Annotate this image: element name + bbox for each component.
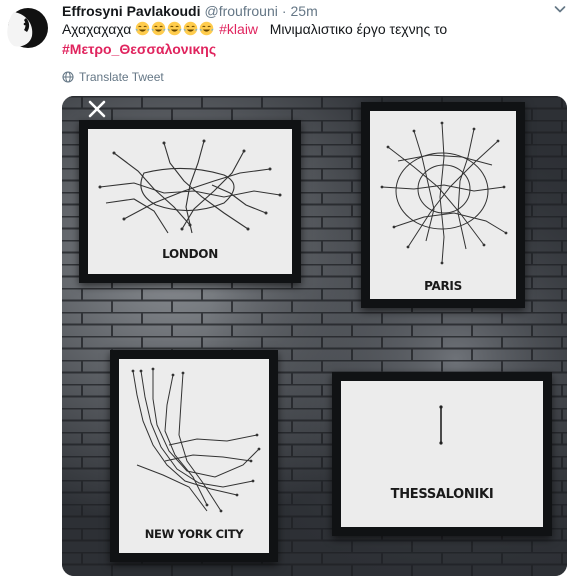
translate-tweet-link[interactable]: Translate Tweet — [62, 69, 164, 85]
separator: · — [281, 3, 287, 19]
tears-of-joy-emoji-icon — [199, 21, 214, 36]
tears-of-joy-emoji-icon — [135, 21, 150, 36]
globe-icon — [62, 71, 74, 83]
city-label-paris: PARIS — [424, 279, 462, 293]
chevron-down-icon[interactable] — [553, 2, 567, 16]
display-name[interactable]: Effrosyni Pavlakoudi — [62, 3, 200, 19]
timestamp[interactable]: 25m — [291, 3, 318, 19]
hashtag-link-klaiw[interactable]: #klaiw — [219, 21, 258, 37]
close-icon[interactable] — [82, 96, 112, 122]
tweet-text-middle: Μινιμαλιστικο έργο τεχνης το — [269, 21, 448, 37]
poster-paper: LONDON — [88, 129, 292, 274]
city-label-london: LONDON — [162, 247, 218, 261]
poster-paper: NEW YORK CITY — [119, 359, 269, 553]
tweet-text-prefix: Αχαχαχαχα — [62, 21, 132, 37]
thessaloniki-metro-map — [439, 405, 443, 445]
tweet: Effrosyni Pavlakoudi @froufrouni · 25m Α… — [0, 0, 573, 586]
city-label-thessaloniki: THESSALONIKI — [390, 487, 494, 502]
emoji-row — [135, 21, 215, 37]
new-york-metro-map — [131, 367, 261, 513]
tweet-header: Effrosyni Pavlakoudi @froufrouni · 25m — [62, 1, 569, 21]
tears-of-joy-emoji-icon — [167, 21, 182, 36]
user-handle[interactable]: @froufrouni — [204, 3, 277, 19]
london-metro-map — [98, 139, 282, 234]
poster-frame-new-york: NEW YORK CITY — [110, 350, 278, 562]
translate-tweet-label: Translate Tweet — [79, 70, 164, 84]
city-label-new-york: NEW YORK CITY — [144, 527, 244, 541]
tweet-text: Αχαχαχαχα #klaiw Μινιμαλιστικο έργο τεχν… — [62, 19, 567, 59]
poster-frame-london: LONDON — [79, 120, 301, 283]
poster-frame-paris: PARIS — [361, 102, 525, 308]
tears-of-joy-emoji-icon — [183, 21, 198, 36]
hashtag-link-metro[interactable]: #Μετρο_Θεσσαλονικης — [62, 41, 216, 57]
tweet-media-image[interactable]: LONDON PARIS NEW YORK CITY THESSALONIKI — [62, 96, 567, 576]
tears-of-joy-emoji-icon — [151, 21, 166, 36]
poster-paper: THESSALONIKI — [341, 381, 543, 527]
avatar[interactable] — [4, 4, 52, 52]
poster-frame-thessaloniki: THESSALONIKI — [332, 372, 552, 536]
paris-metro-map — [380, 121, 508, 265]
poster-paper: PARIS — [370, 111, 516, 299]
